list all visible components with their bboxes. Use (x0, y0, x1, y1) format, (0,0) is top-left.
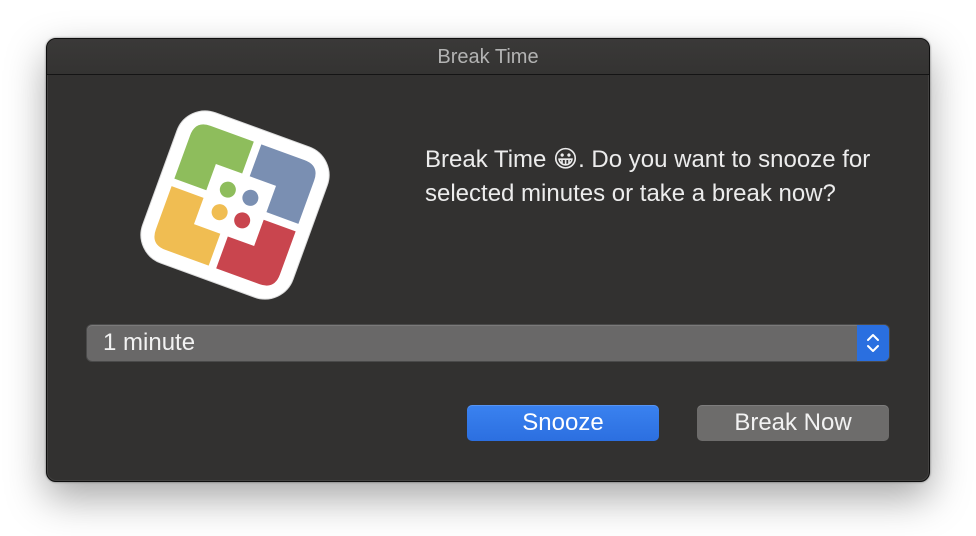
break-time-dialog: Break Time Break Time 😀. Do you want to … (46, 38, 930, 482)
snooze-duration-select[interactable]: 1 minute (87, 325, 889, 361)
app-icon (135, 105, 335, 305)
dialog-message: Break Time 😀. Do you want to snooze for … (425, 143, 915, 211)
chevron-up-down-icon (867, 334, 879, 352)
window-title: Break Time (47, 39, 929, 75)
break-now-button[interactable]: Break Now (697, 405, 889, 441)
select-stepper[interactable] (857, 325, 889, 361)
snooze-button[interactable]: Snooze (467, 405, 659, 441)
message-text-start: Break Time (425, 146, 554, 173)
select-value: 1 minute (103, 329, 196, 356)
grinning-face-emoji-icon: 😀 (553, 146, 579, 173)
